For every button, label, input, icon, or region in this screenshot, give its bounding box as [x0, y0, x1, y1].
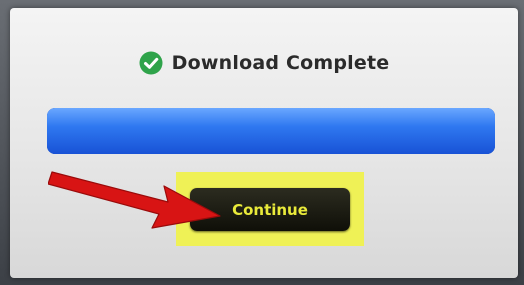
screen-frame: Download Complete Continue [0, 0, 524, 285]
check-circle-icon [139, 51, 163, 75]
dialog-title: Download Complete [171, 52, 390, 74]
download-progress-bar [47, 108, 495, 154]
progress-fill [47, 108, 495, 154]
red-arrow-icon [48, 171, 221, 229]
dialog-header: Download Complete [10, 51, 518, 75]
